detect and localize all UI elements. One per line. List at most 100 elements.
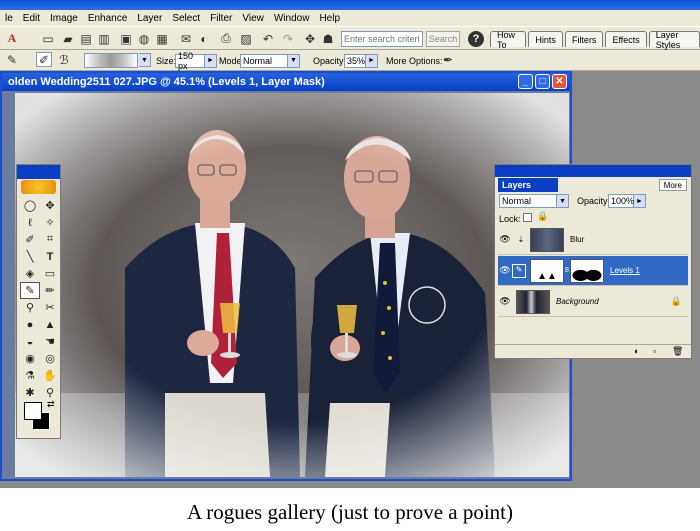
blend-mode-select[interactable]: Normal <box>499 194 557 208</box>
swap-colors-icon[interactable]: ⇄ <box>47 399 55 410</box>
opacity-field[interactable]: 35% <box>344 53 366 68</box>
marquee-tool-icon[interactable]: ◯ <box>20 197 40 214</box>
chevron-down-icon[interactable]: ▼ <box>288 53 300 68</box>
sharpen-tool-icon[interactable]: ▲ <box>40 316 60 333</box>
tab-filters[interactable]: Filters <box>564 31 604 47</box>
lock-transparency-checkbox[interactable] <box>523 213 532 222</box>
layer-name: Blur <box>570 235 585 244</box>
gradient-tool-icon[interactable]: ▭ <box>40 265 60 282</box>
step-icon[interactable]: ✥ <box>302 31 318 46</box>
browse-icon[interactable]: ▥ <box>96 31 112 46</box>
tab-how-to[interactable]: How To <box>490 30 527 50</box>
eye-icon[interactable]: 👁 <box>498 265 512 276</box>
print-preview-icon[interactable]: ▦ <box>154 31 170 46</box>
layer-opacity-field[interactable]: 100% <box>608 194 634 208</box>
foreground-color-swatch[interactable] <box>24 402 42 420</box>
tab-hints[interactable]: Hints <box>528 31 563 47</box>
brush-mode-icon[interactable]: ✐ <box>36 52 52 67</box>
menu-enhance[interactable]: Enhance <box>83 13 132 24</box>
clone-stamp-icon[interactable]: ⚲ <box>20 299 40 316</box>
menu-image[interactable]: Image <box>45 13 83 24</box>
brush-edit-icon[interactable]: ✎ <box>512 263 526 278</box>
search-button[interactable]: Search <box>426 31 460 47</box>
layers-more-button[interactable]: More <box>658 179 687 191</box>
print-icon[interactable]: ⎙ <box>218 31 234 46</box>
crop-tool-icon[interactable]: ⌗ <box>40 231 60 248</box>
quick-fix-icon[interactable]: ☗ <box>320 31 336 46</box>
link-icon[interactable]: ⇣ <box>512 235 530 244</box>
menu-filter[interactable]: Filter <box>205 13 237 24</box>
close-icon[interactable]: ✕ <box>552 74 567 89</box>
lock-icon[interactable]: 🔒 <box>537 211 548 222</box>
trash-icon[interactable]: 🗑 <box>672 346 683 357</box>
eye-icon[interactable]: 👁 <box>498 296 512 307</box>
type-tool-icon[interactable]: T <box>40 248 60 265</box>
lasso-tool-icon[interactable]: ℓ <box>20 214 40 231</box>
image-canvas[interactable] <box>15 93 569 477</box>
caption: A rogues gallery (just to prove a point) <box>186 500 513 524</box>
sponge-tool-icon[interactable]: ◒ <box>20 333 40 350</box>
help-icon[interactable]: ? <box>468 31 484 47</box>
line-tool-icon[interactable]: ╲ <box>20 248 40 265</box>
save-web-icon[interactable]: ◍ <box>136 31 152 46</box>
print-layout-icon[interactable]: ▨ <box>238 31 254 46</box>
chevron-down-icon[interactable]: ▼ <box>139 53 151 67</box>
tab-effects[interactable]: Effects <box>605 31 647 47</box>
layer-row-background[interactable]: 👁 Background 🔒 <box>498 287 688 317</box>
menu-window[interactable]: Window <box>269 13 315 24</box>
adjustment-layer-icon[interactable]: ◐ <box>634 346 639 356</box>
maximize-icon[interactable]: □ <box>535 74 550 89</box>
chevron-right-icon[interactable]: ► <box>205 53 217 68</box>
menu-view[interactable]: View <box>237 13 269 24</box>
move-tool-icon[interactable]: ✥ <box>40 197 60 214</box>
redo-icon[interactable]: ↷ <box>280 31 296 46</box>
dodge-tool-icon[interactable]: ◎ <box>40 350 60 367</box>
online-services-icon[interactable]: ◐ <box>196 31 212 46</box>
mode-select[interactable]: Normal <box>240 53 288 68</box>
email-icon[interactable]: ✉ <box>178 31 194 46</box>
layer-row-levels[interactable]: 👁 ✎ ▲▲ 8 Levels 1 <box>498 256 688 286</box>
new-layer-icon[interactable]: ▫ <box>653 346 656 356</box>
workspace: olden Wedding2511 027.JPG @ 45.1% (Level… <box>0 71 700 488</box>
impressionist-brush-icon[interactable]: ℬ <box>56 52 72 67</box>
menu-edit[interactable]: Edit <box>18 13 45 24</box>
tab-layer-styles[interactable]: Layer Styles <box>648 30 700 50</box>
more-options-label: More Options: <box>386 55 443 66</box>
undo-icon[interactable]: ↶ <box>260 31 276 46</box>
brush-tool-icon[interactable]: ✎ <box>4 52 20 67</box>
minimize-icon[interactable]: _ <box>518 74 533 89</box>
options-bar: ✎ ✐ ℬ ▼ Size: 150 px ► Mode: Normal ▼ Op… <box>0 50 700 71</box>
chevron-right-icon[interactable]: ► <box>634 194 646 208</box>
red-eye-tool-icon[interactable]: ◉ <box>20 350 40 367</box>
layer-row-blur[interactable]: 👁 ⇣ Blur <box>498 225 688 255</box>
layer-mask-thumbnail[interactable] <box>570 258 604 283</box>
search-input[interactable] <box>341 31 423 47</box>
eyedropper-icon[interactable]: ⚗ <box>20 367 40 384</box>
paint-bucket-icon[interactable]: ◈ <box>20 265 40 282</box>
size-field[interactable]: 150 px <box>175 51 205 71</box>
menu-layer[interactable]: Layer <box>132 13 167 24</box>
selection-brush-icon[interactable]: ✐ <box>20 231 40 248</box>
eraser-tool-icon[interactable]: ✂ <box>40 299 60 316</box>
smudge-tool-icon[interactable]: ☚ <box>40 333 60 350</box>
layers-tab[interactable]: Layers <box>498 178 558 192</box>
menu-select[interactable]: Select <box>167 13 205 24</box>
new-file-icon[interactable]: ▭ <box>40 31 56 46</box>
import-icon[interactable]: ▤ <box>78 31 94 46</box>
layers-palette: Layers More Normal ▼ Opacity: 100% ► Loc… <box>494 164 692 359</box>
eye-icon[interactable]: 👁 <box>498 234 512 245</box>
chevron-right-icon[interactable]: ► <box>366 53 378 68</box>
menu-help[interactable]: Help <box>314 13 345 24</box>
brush-preset-picker[interactable] <box>84 53 138 68</box>
brush-tool-icon[interactable]: ✎ <box>20 282 40 299</box>
blur-tool-icon[interactable]: ● <box>20 316 40 333</box>
brush-options-icon[interactable]: ✒ <box>440 52 456 67</box>
save-icon[interactable]: ▣ <box>118 31 134 46</box>
hand-tool-icon[interactable]: ✋ <box>40 367 60 384</box>
pencil-tool-icon[interactable]: ✏ <box>40 282 60 299</box>
chevron-down-icon[interactable]: ▼ <box>557 194 569 208</box>
open-folder-icon[interactable]: ▰ <box>60 31 76 46</box>
menu-file[interactable]: le <box>0 13 18 24</box>
custom-shape-icon[interactable]: ✱ <box>20 384 40 401</box>
magic-wand-icon[interactable]: ✧ <box>40 214 60 231</box>
